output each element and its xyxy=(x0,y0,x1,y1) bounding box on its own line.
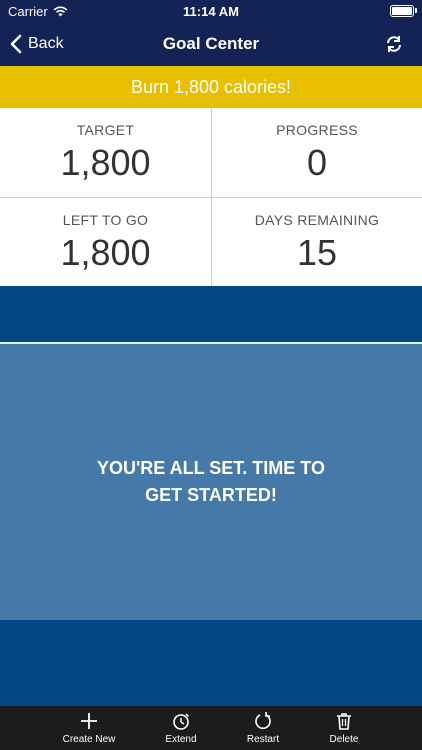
status-bar: Carrier 11:14 AM xyxy=(0,0,422,22)
carrier-label: Carrier xyxy=(8,3,48,19)
extend-label: Extend xyxy=(165,734,197,745)
stopwatch-icon xyxy=(173,713,190,730)
battery-icon xyxy=(390,5,417,17)
restart-button[interactable]: Restart xyxy=(221,706,305,750)
stat-target-label: TARGET xyxy=(76,122,135,138)
stat-target: TARGET 1,800 xyxy=(0,108,211,197)
create-new-label: Create New xyxy=(62,734,116,745)
create-new-button[interactable]: Create New xyxy=(47,706,131,750)
stat-days-remaining-label: DAYS REMAINING xyxy=(254,212,380,228)
trash-icon xyxy=(337,713,351,730)
message-text: YOU'RE ALL SET. TIME TO GET STARTED! xyxy=(97,458,325,505)
stat-days-remaining-value: 15 xyxy=(296,232,338,273)
progress-band-bottom xyxy=(0,620,422,706)
page-title: Goal Center xyxy=(162,34,260,53)
delete-label: Delete xyxy=(329,734,359,745)
restart-icon xyxy=(255,712,271,730)
stat-left-to-go: LEFT TO GO 1,800 xyxy=(0,197,211,286)
refresh-icon xyxy=(387,36,401,52)
toolbar: Create New Extend Restart Delete xyxy=(0,706,422,750)
restart-label: Restart xyxy=(246,734,280,745)
stat-progress: PROGRESS 0 xyxy=(211,108,422,197)
message-panel: YOU'RE ALL SET. TIME TO GET STARTED! xyxy=(0,344,422,620)
plus-icon xyxy=(81,713,97,729)
stat-left-to-go-value: 1,800 xyxy=(60,232,151,273)
wifi-icon xyxy=(53,6,68,16)
progress-band-top xyxy=(0,286,422,342)
stat-days-remaining: DAYS REMAINING 15 xyxy=(211,197,422,286)
navigation-bar: Back Goal Center xyxy=(0,22,422,66)
stat-progress-value: 0 xyxy=(306,142,328,183)
stat-target-value: 1,800 xyxy=(60,142,151,183)
goal-banner: Burn 1,800 calories! xyxy=(0,66,422,108)
extend-button[interactable]: Extend xyxy=(139,706,223,750)
delete-button[interactable]: Delete xyxy=(302,706,386,750)
stat-progress-label: PROGRESS xyxy=(276,122,358,138)
stats-grid: TARGET 1,800 PROGRESS 0 LEFT TO GO 1,800… xyxy=(0,108,422,286)
refresh-button[interactable] xyxy=(384,34,404,54)
status-left: Carrier xyxy=(8,4,68,19)
stat-left-to-go-label: LEFT TO GO xyxy=(62,212,149,228)
